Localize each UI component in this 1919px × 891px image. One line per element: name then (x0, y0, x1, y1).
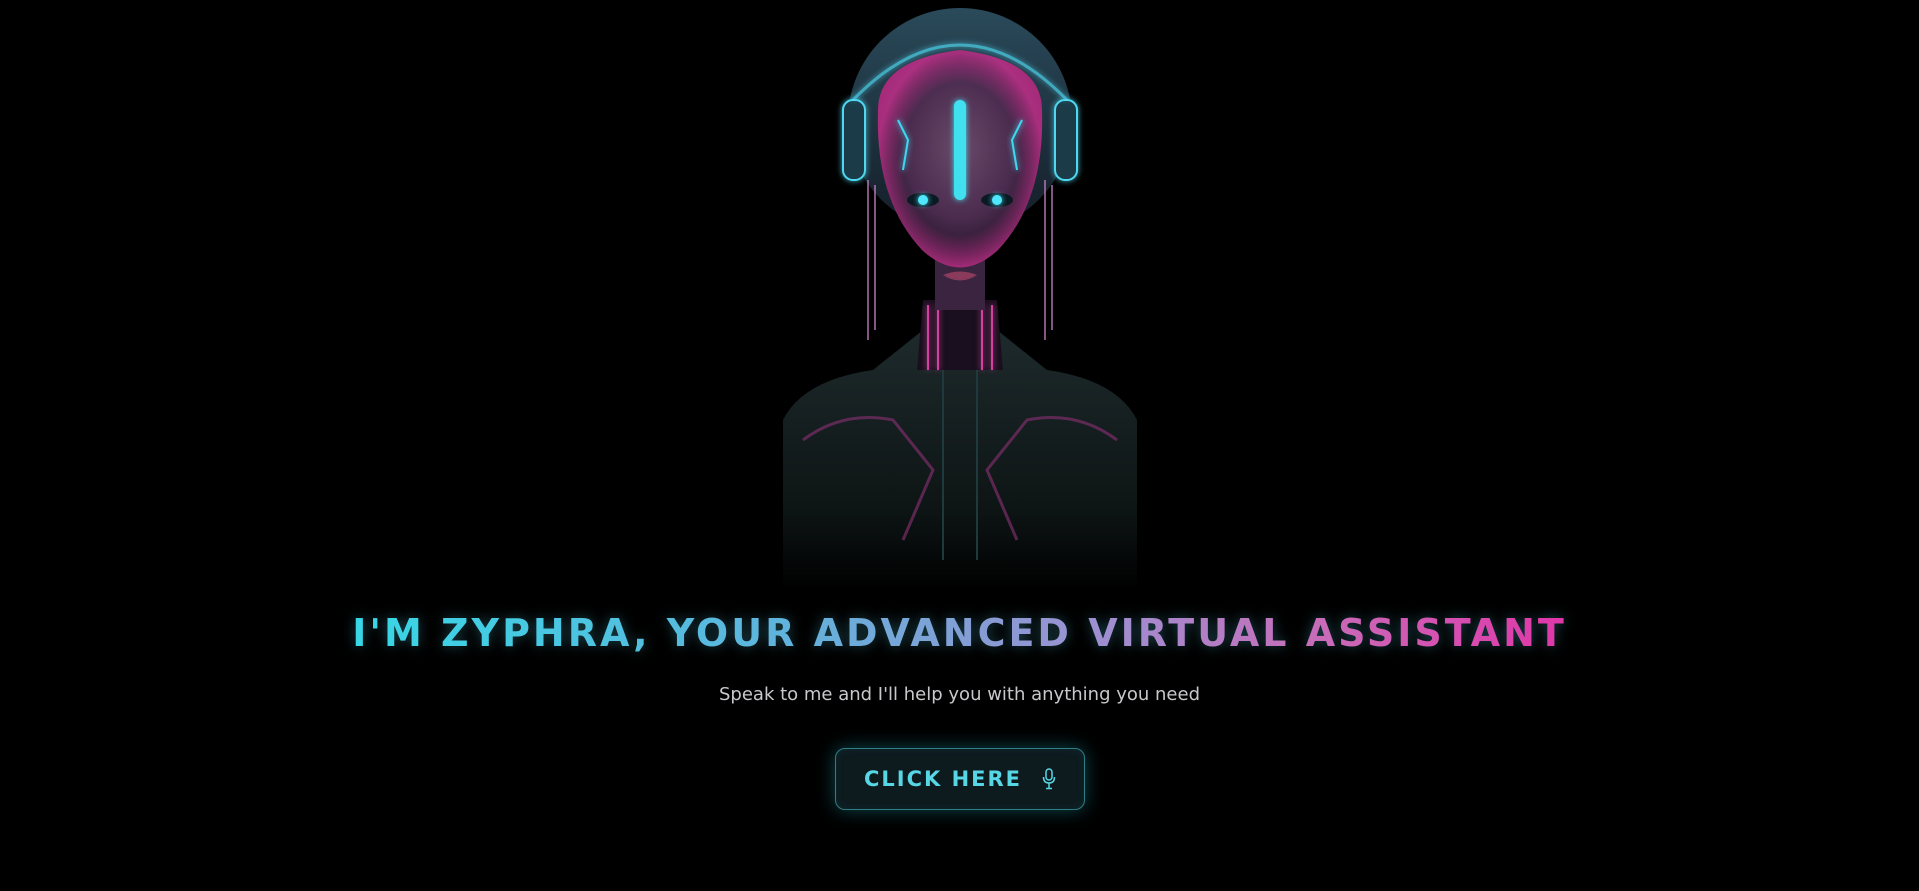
assistant-portrait-image (783, 0, 1137, 590)
page-title: I'M ZYPHRA, YOUR ADVANCED VIRTUAL ASSIST… (0, 608, 1919, 658)
click-here-button[interactable]: CLICK HERE (835, 748, 1085, 810)
page-subtitle: Speak to me and I'll help you with anyth… (718, 684, 1201, 705)
click-here-button-label: CLICK HERE (863, 767, 1023, 791)
microphone-icon (1042, 768, 1056, 790)
page-title-text: I'M ZYPHRA, YOUR ADVANCED VIRTUAL ASSIST… (352, 611, 1567, 655)
